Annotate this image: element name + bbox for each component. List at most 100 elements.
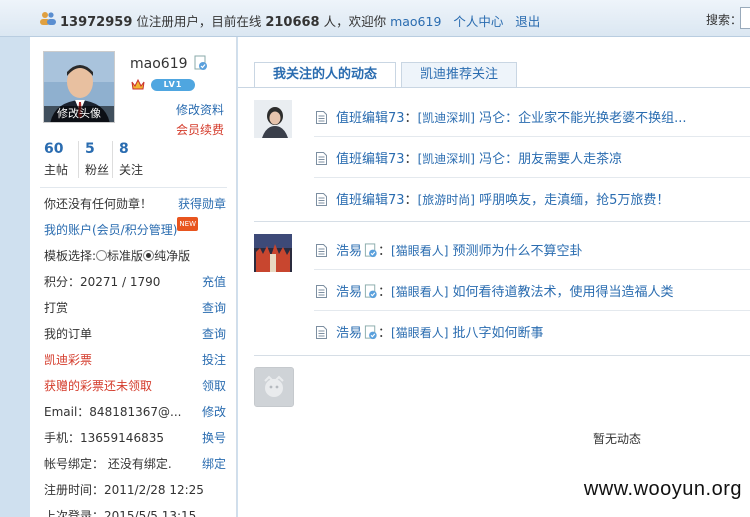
feed-entry[interactable]: 值班编辑73：[旅游时尚] 呼朋唤友，走滇缅，抢5万旅费！: [316, 189, 669, 208]
register-time-row: 注册时间：2011/2/28 12:25: [44, 483, 226, 509]
entry-author[interactable]: 值班编辑73: [336, 111, 405, 126]
default-avatar-icon: [255, 368, 293, 406]
registered-count: 13972959: [60, 15, 133, 30]
entry-title[interactable]: 如何看待道教法术，使用得当造福人类: [453, 285, 674, 300]
gift-lottery-link[interactable]: 获赠的彩票还未领取: [44, 379, 152, 393]
template-row: 模板选择: 标准版 纯净版: [44, 249, 226, 275]
tab-underline: [238, 87, 750, 88]
tab-following-activity[interactable]: 我关注的人的动态: [254, 62, 397, 87]
lottery-link[interactable]: 凯迪彩票: [44, 353, 92, 367]
renew-membership-link[interactable]: 会员续费: [176, 121, 224, 138]
points-text: 积分：20271 / 1790: [44, 275, 161, 289]
feed-entry[interactable]: 值班编辑73：[凯迪深圳] 冯仑：企业家不能光换老婆不换组...: [316, 107, 686, 126]
colon-separator: ：: [404, 193, 418, 208]
template-pure-radio[interactable]: [143, 250, 155, 261]
feed-entry[interactable]: 浩易 ：[猫眼看人] 批八字如何断事: [316, 322, 544, 341]
document-icon: [316, 152, 327, 165]
entry-category[interactable]: [猫眼看人]: [391, 244, 448, 258]
entry-category[interactable]: [猫眼看人]: [391, 326, 448, 340]
avatar-edit-label[interactable]: 修改头像: [44, 106, 114, 122]
tip-query-link[interactable]: 查询: [202, 301, 226, 315]
entry-author[interactable]: 浩易: [336, 285, 362, 300]
entry-author[interactable]: 值班编辑73: [336, 193, 405, 208]
top-bar: 13972959 位注册用户，目前在线 210668 人，欢迎你 mao619 …: [0, 0, 750, 37]
document-icon: [316, 326, 327, 339]
bet-link[interactable]: 投注: [202, 353, 226, 367]
feed-entry[interactable]: 值班编辑73：[凯迪深圳] 冯仑：朋友需要人走茶凉: [316, 148, 622, 167]
user-center-link[interactable]: 个人中心: [453, 14, 503, 29]
entry-category[interactable]: [猫眼看人]: [391, 285, 448, 299]
feed-avatar[interactable]: [254, 367, 294, 407]
verified-icon: [364, 284, 377, 299]
colon-separator: ：: [378, 285, 392, 300]
account-info-list: 你还没有任何勋章！ 获得勋章 我的账户(会员/积分管理) NEW 模板选择: 标准版…: [44, 197, 226, 517]
orders-query-link[interactable]: 查询: [202, 327, 226, 341]
verified-icon: [364, 325, 377, 340]
claim-link[interactable]: 领取: [202, 379, 226, 393]
feed-entry[interactable]: 浩易 ：[猫眼看人] 如何看待道教法术，使用得当造福人类: [316, 281, 674, 300]
entry-title[interactable]: 预测师为什么不算空卦: [453, 244, 583, 259]
top-username-link[interactable]: mao619: [390, 14, 441, 29]
edit-profile-link[interactable]: 修改资料: [176, 101, 224, 118]
template-standard-label[interactable]: 标准版: [107, 249, 143, 263]
colon-separator: ：: [378, 326, 392, 341]
count-number: 60: [44, 141, 64, 157]
count-number: 8: [119, 141, 129, 157]
feed-avatar[interactable]: [254, 234, 292, 272]
tab-recommended-follows[interactable]: 凯迪推荐关注: [401, 62, 518, 87]
email-edit-link[interactable]: 修改: [202, 405, 226, 419]
following-count[interactable]: 8 关注: [112, 141, 143, 178]
bind-link[interactable]: 绑定: [202, 457, 226, 471]
divider: [314, 269, 750, 270]
entry-category[interactable]: [凯迪深圳]: [418, 111, 475, 125]
entry-title[interactable]: 呼朋唤友，走滇缅，抢5万旅费！: [479, 193, 669, 208]
email-text: Email：848181367@...: [44, 405, 182, 419]
avatar[interactable]: 修改头像: [43, 51, 115, 123]
entry-author[interactable]: 值班编辑73: [336, 152, 405, 167]
colon-separator: ：: [378, 244, 392, 259]
search-input[interactable]: [740, 7, 750, 29]
entry-category[interactable]: [旅游时尚]: [418, 193, 475, 207]
medal-text: 你还没有任何勋章！: [44, 197, 153, 211]
colon-separator: ：: [404, 111, 418, 126]
verified-icon: [194, 55, 207, 70]
entry-category[interactable]: [凯迪深圳]: [418, 152, 475, 166]
my-account-link[interactable]: 我的账户(会员/积分管理): [44, 223, 177, 237]
logout-link[interactable]: 退出: [515, 14, 540, 29]
template-pure-label[interactable]: 纯净版: [154, 249, 190, 263]
document-icon: [316, 285, 327, 298]
recharge-link[interactable]: 充值: [202, 275, 226, 289]
posts-count[interactable]: 60 主帖: [44, 141, 75, 178]
crown-icon: [131, 78, 145, 90]
template-label: 模板选择:: [44, 249, 97, 263]
get-medal-link[interactable]: 获得勋章: [178, 197, 226, 211]
divider: [314, 177, 750, 178]
avatar-photo: [254, 100, 292, 138]
change-phone-link[interactable]: 换号: [202, 431, 226, 445]
entry-author[interactable]: 浩易: [336, 326, 362, 341]
profile-sidebar: 修改头像 mao619 LV1 修改资料 会员续费 60 主帖 5 粉丝 8 关…: [30, 37, 237, 517]
registered-text: 位注册用户，目前在线: [132, 14, 266, 29]
template-standard-radio[interactable]: [96, 250, 108, 261]
entry-title[interactable]: 冯仑：朋友需要人走茶凉: [479, 152, 622, 167]
entry-title[interactable]: 批八字如何断事: [453, 326, 544, 341]
points-row: 积分：20271 / 1790 充值: [44, 275, 226, 301]
users-icon: [40, 12, 56, 25]
feed-entry[interactable]: 浩易 ：[猫眼看人] 预测师为什么不算空卦: [316, 240, 583, 259]
orders-text: 我的订单: [44, 327, 93, 341]
colon-separator: ：: [404, 152, 418, 167]
empty-activity-text: 暂无动态: [593, 432, 642, 446]
entry-author[interactable]: 浩易: [336, 244, 362, 259]
count-label: 关注: [119, 163, 144, 177]
tip-row: 打赏 查询: [44, 301, 226, 327]
profile-counts: 60 主帖 5 粉丝 8 关注: [44, 141, 146, 178]
avatar-photo: [254, 234, 292, 272]
feed-avatar[interactable]: [254, 100, 292, 138]
entry-title[interactable]: 冯仑：企业家不能光换老婆不换组...: [479, 111, 686, 126]
tip-text: 打赏: [44, 301, 69, 315]
online-count: 210668: [265, 15, 320, 30]
register-time-text: 注册时间：2011/2/28 12:25: [44, 483, 204, 497]
fans-count[interactable]: 5 粉丝: [78, 141, 109, 178]
lottery-row: 凯迪彩票 投注: [44, 353, 226, 379]
email-row: Email：848181367@... 修改: [44, 405, 226, 431]
